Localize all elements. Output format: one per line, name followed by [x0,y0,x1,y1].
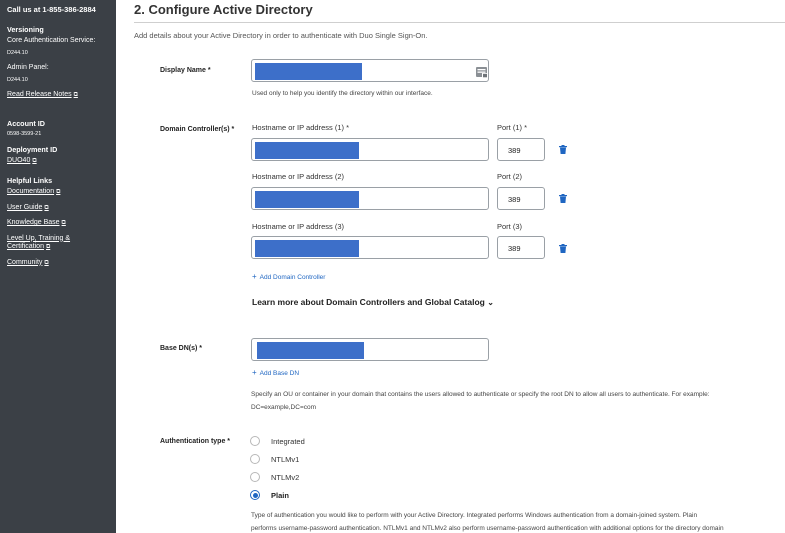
main-content: 2. Configure Active Directory Add detail… [116,0,785,533]
knowledge-base-link[interactable]: Knowledge Base ⧉ [7,219,109,228]
sidebar: Call us at 1-855-386-2884 Versioning Cor… [0,0,116,533]
display-name-hint: Used only to help you identify the direc… [252,90,433,97]
port-1-input[interactable]: 389 [497,138,545,161]
hostname-1-input[interactable] [251,138,489,161]
external-link-icon: ⧉ [45,244,51,250]
radio-ntlmv2[interactable] [250,472,260,482]
core-service-label: Core Authentication Service: [7,37,96,44]
auth-option-ntlmv2[interactable]: NTLMv2 [250,471,299,483]
port-3-label: Port (3) [497,222,523,231]
release-notes-link[interactable]: Read Release Notes ⧉ [7,91,109,100]
learn-more-toggle[interactable]: Learn more about Domain Controllers and … [252,297,494,307]
external-link-icon: ⧉ [32,157,37,164]
title-divider [134,22,785,23]
radio-integrated[interactable] [250,436,260,446]
deployment-id-label: Deployment ID [7,144,58,154]
port-2-label: Port (2) [497,172,523,181]
external-link-icon: ⧉ [56,189,61,195]
redacted-value [257,342,364,359]
base-dn-label: Base DN(s) * [160,345,203,352]
plus-icon: + [252,368,257,377]
page-intro: Add details about your Active Directory … [134,31,428,40]
chevron-down-icon: ⌄ [487,298,494,307]
support-phone: Call us at 1-855-386-2884 [7,5,96,14]
auth-type-description: Type of authentication you would like to… [251,512,724,532]
account-id-label: Account ID [7,118,45,128]
port-3-input[interactable]: 389 [497,236,545,259]
base-dn-description: Specify an OU or container in your domai… [251,391,710,411]
external-link-icon: ⧉ [44,259,49,266]
radio-ntlmv1[interactable] [250,454,260,464]
documentation-link[interactable]: Documentation ⧉ [7,188,109,197]
add-base-dn-button[interactable]: + Add Base DN [252,368,299,377]
trash-icon[interactable] [559,244,567,253]
port-2-input[interactable]: 389 [497,187,545,210]
trash-icon[interactable] [559,145,567,154]
versioning-heading: Versioning [7,25,44,34]
community-link[interactable]: Community ⧉ [7,259,109,268]
domain-controllers-label: Domain Controller(s) * [160,126,235,133]
display-name-input[interactable] [251,59,489,82]
user-guide-link[interactable]: User Guide ⧉ [7,204,109,213]
port-1-label: Port (1) * [497,123,528,132]
deployment-id-link[interactable]: DUO40 ⧉ [7,157,109,166]
auth-option-ntlmv1[interactable]: NTLMv1 [250,453,299,465]
level-up-training-link[interactable]: Level Up, Training & Certification ⧉ [7,235,109,252]
hostname-1-label: Hostname or IP address (1) * [252,123,349,132]
external-link-icon: ⧉ [73,92,78,98]
hostname-3-label: Hostname or IP address (3) [252,222,344,231]
redacted-value [255,240,359,257]
external-link-icon: ⧉ [61,220,66,226]
redacted-value [255,191,359,208]
trash-icon[interactable] [559,194,567,203]
core-service-version: D244.10 [7,50,28,56]
hostname-3-input[interactable] [251,236,489,259]
admin-panel-label: Admin Panel: [7,64,49,71]
account-id-value: 0598-3599-21 [7,130,42,137]
hostname-2-input[interactable] [251,187,489,210]
add-domain-controller-button[interactable]: + Add Domain Controller [252,272,325,281]
admin-panel-version: D244.10 [7,77,28,83]
plus-icon: + [252,272,257,281]
deployment-id-value: DUO40 [7,156,31,164]
helpful-links-heading: Helpful Links [7,176,53,185]
redacted-value [255,63,362,80]
page-title: 2. Configure Active Directory [134,2,313,17]
external-link-icon: ⧉ [44,204,49,211]
release-notes-label: Read Release Notes [7,91,72,98]
auth-option-integrated[interactable]: Integrated [250,435,305,447]
base-dn-input[interactable] [251,338,489,361]
redacted-value [255,142,359,159]
display-name-label: Display Name * [160,67,211,74]
radio-plain[interactable] [250,490,260,500]
authentication-type-label: Authentication type * [160,438,231,445]
auth-option-plain[interactable]: Plain [250,489,289,501]
hostname-2-label: Hostname or IP address (2) [252,172,344,181]
password-manager-icon[interactable] [476,67,488,78]
